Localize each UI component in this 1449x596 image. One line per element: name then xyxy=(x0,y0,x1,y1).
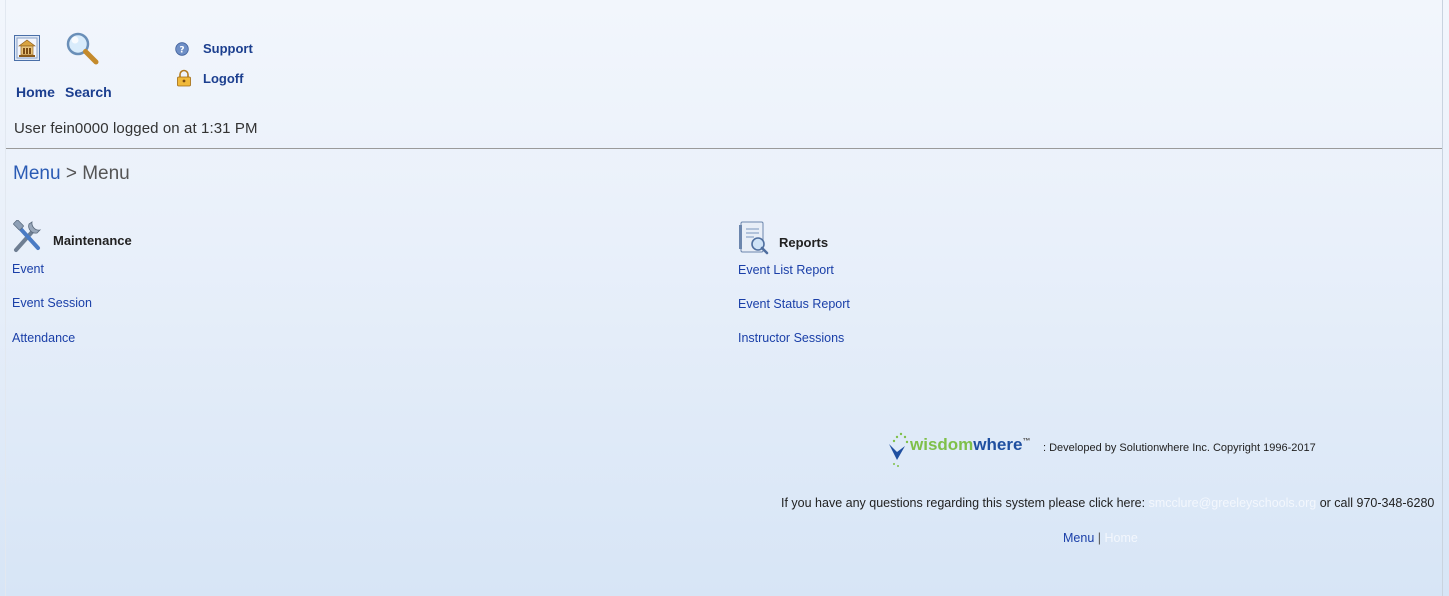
breadcrumb-separator: > xyxy=(65,163,77,184)
footer-links: Menu | Home xyxy=(1063,531,1138,545)
report-icon xyxy=(739,221,769,255)
right-border xyxy=(1442,0,1443,596)
contact-email-link[interactable]: smcclure@greeleyschools.org xyxy=(1149,496,1317,510)
menu-link-event-list-report[interactable]: Event List Report xyxy=(738,263,834,277)
menu-link-event-session[interactable]: Event Session xyxy=(12,296,92,310)
magnifier-icon[interactable] xyxy=(64,30,100,66)
menu-link-attendance[interactable]: Attendance xyxy=(12,331,75,345)
brand-word-wisdom: wisdom xyxy=(910,435,974,454)
home-link[interactable]: Home xyxy=(16,84,55,100)
contact-line: If you have any questions regarding this… xyxy=(781,496,1434,510)
footer-separator: | xyxy=(1097,531,1102,545)
maintenance-heading: Maintenance xyxy=(53,233,132,248)
logoff-link[interactable]: Logoff xyxy=(203,71,243,86)
menu-link-instructor-sessions[interactable]: Instructor Sessions xyxy=(738,331,844,345)
tools-icon xyxy=(13,220,42,252)
wisdomwhere-logo: wisdomwhere™ xyxy=(886,430,1036,470)
search-link[interactable]: Search xyxy=(65,84,112,100)
brand-mark-icon xyxy=(889,432,909,467)
left-border xyxy=(5,0,6,596)
help-icon[interactable]: ? xyxy=(175,42,189,56)
contact-prefix: If you have any questions regarding this… xyxy=(781,496,1146,510)
breadcrumb-menu-link[interactable]: Menu xyxy=(13,163,61,184)
breadcrumb-current: Menu xyxy=(82,163,130,184)
breadcrumb: Menu > Menu xyxy=(13,163,130,185)
reports-heading: Reports xyxy=(779,235,829,250)
brand-trademark: ™ xyxy=(1022,436,1031,446)
lock-icon[interactable] xyxy=(175,69,193,87)
menu-link-event[interactable]: Event xyxy=(12,262,44,276)
footer-menu-link[interactable]: Menu xyxy=(1063,531,1094,545)
support-link[interactable]: Support xyxy=(203,41,253,56)
footer-home-link[interactable]: Home xyxy=(1105,531,1138,545)
header-divider xyxy=(6,148,1442,149)
copyright-text: : Developed by Solutionwhere Inc. Copyri… xyxy=(1043,442,1316,454)
user-status: User fein0000 logged on at 1:31 PM xyxy=(14,120,258,137)
svg-text:?: ? xyxy=(179,46,184,56)
brand-word-where: where xyxy=(973,435,1023,454)
home-icon[interactable] xyxy=(14,35,40,61)
menu-link-event-status-report[interactable]: Event Status Report xyxy=(738,297,850,311)
contact-suffix: or call 970-348-6280 xyxy=(1319,496,1435,510)
